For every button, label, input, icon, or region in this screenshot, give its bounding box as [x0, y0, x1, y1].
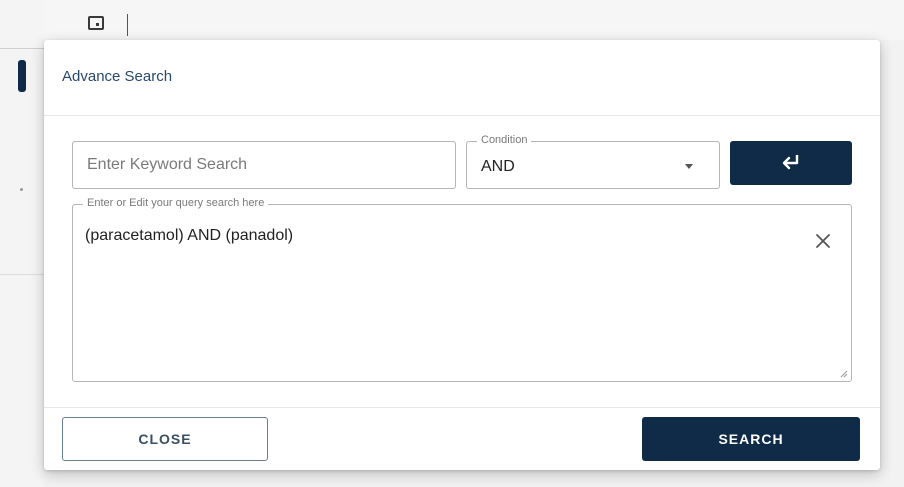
add-keyword-button[interactable]: [730, 141, 852, 185]
keyword-search-input[interactable]: [72, 141, 456, 189]
condition-label: Condition: [477, 134, 532, 146]
advance-search-dialog: Advance Search Condition AND Enter or Ed…: [44, 40, 880, 470]
enter-return-icon: [782, 155, 799, 170]
caret-down-icon: [685, 164, 693, 169]
background-toolbar: [44, 0, 904, 40]
query-label: Enter or Edit your query search here: [83, 197, 269, 209]
dialog-title: Advance Search: [62, 68, 173, 85]
background-divider: [0, 48, 44, 49]
background-active-indicator: [18, 60, 26, 92]
query-text[interactable]: (paracetamol) AND (panadol): [85, 227, 293, 245]
background-dot: [20, 188, 23, 191]
search-button[interactable]: SEARCH: [642, 417, 860, 461]
close-button[interactable]: CLOSE: [62, 417, 268, 461]
toolbar-separator: [127, 14, 128, 36]
footer-divider: [44, 407, 880, 408]
resize-handle-icon[interactable]: [838, 368, 848, 378]
background-divider: [0, 274, 44, 275]
condition-select[interactable]: Condition AND: [466, 134, 720, 189]
query-textarea[interactable]: Enter or Edit your query search here (pa…: [72, 197, 852, 382]
dialog-header: Advance Search: [44, 40, 880, 116]
window-icon[interactable]: [88, 16, 104, 30]
close-x-icon[interactable]: [813, 231, 833, 251]
condition-selected-value: AND: [481, 158, 515, 175]
